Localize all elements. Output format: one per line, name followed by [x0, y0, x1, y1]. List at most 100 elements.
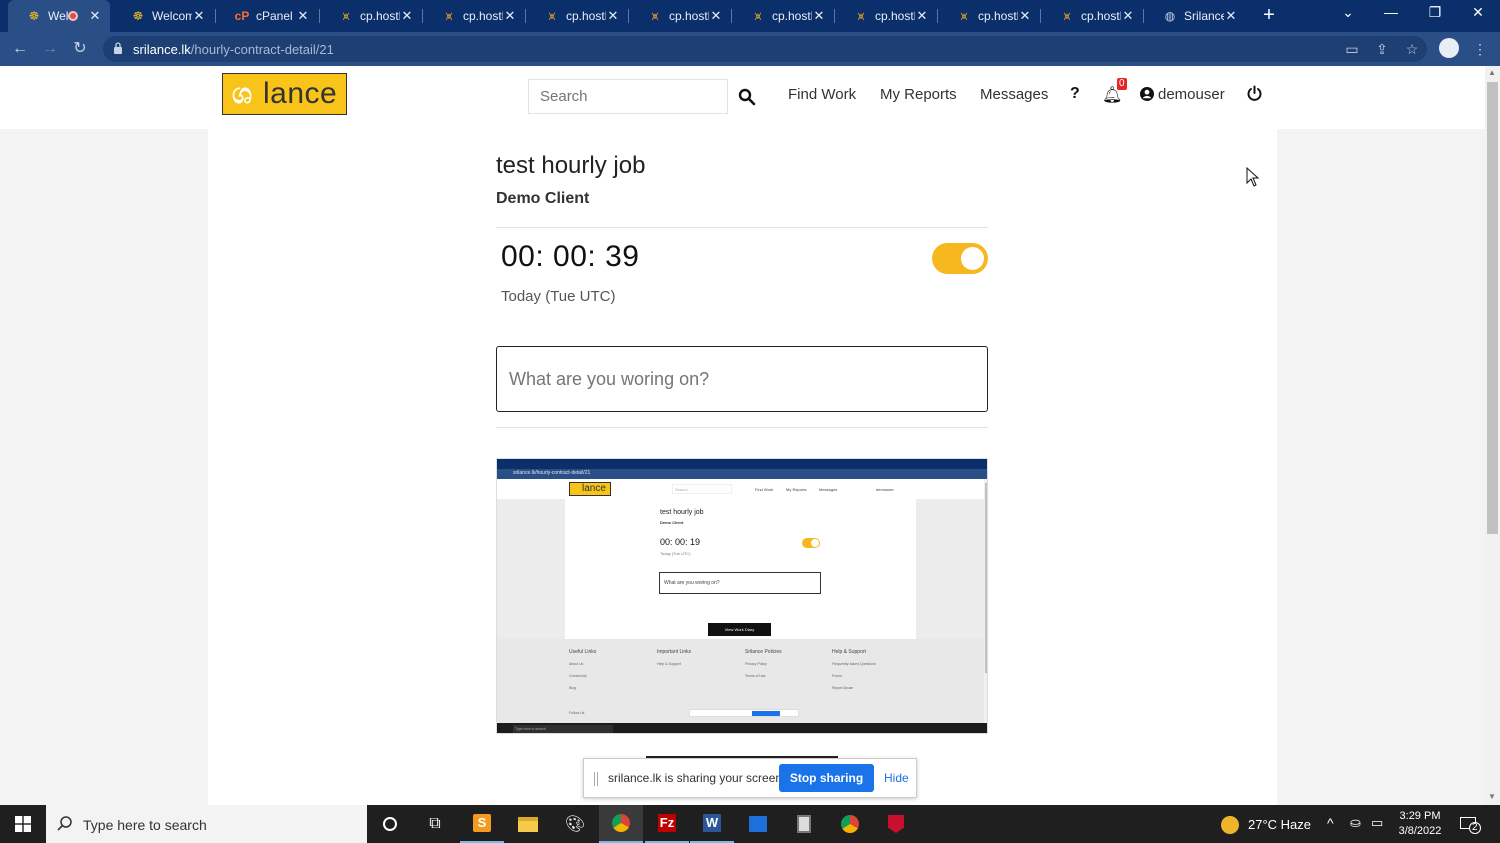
photos-icon[interactable]	[736, 805, 780, 843]
search-icon[interactable]	[738, 88, 756, 106]
cortana-icon[interactable]	[368, 805, 412, 843]
power-icon[interactable]	[1246, 85, 1263, 102]
browser-tab[interactable]: ⩙ cp.hosth ✕	[1041, 0, 1143, 32]
hosting-icon: ⩙	[445, 8, 453, 23]
preview-today: Today (Tue UTC)	[660, 551, 691, 556]
calculator-icon[interactable]	[782, 805, 826, 843]
close-tab-icon[interactable]: ✕	[1224, 8, 1238, 24]
browser-tab[interactable]: ⩙ cp.hosth ✕	[938, 0, 1040, 32]
close-tab-icon[interactable]: ✕	[606, 8, 620, 24]
page-scrollbar[interactable]: ▲ ▼	[1485, 66, 1500, 805]
stop-sharing-button[interactable]: Stop sharing	[779, 764, 874, 792]
taskbar-search-box[interactable]: Type here to search	[46, 805, 367, 843]
show-hidden-icons[interactable]: ^	[1327, 815, 1334, 831]
close-tab-icon[interactable]: ✕	[88, 8, 102, 24]
network-icon[interactable]: ▭	[1371, 815, 1383, 831]
user-circle-icon[interactable]	[1140, 87, 1154, 101]
tracking-toggle[interactable]	[932, 243, 988, 274]
browser-tab[interactable]: cP cPanel - ✕	[216, 0, 318, 32]
browser-tab[interactable]: ⩙ cp.hosth ✕	[423, 0, 525, 32]
work-description-input[interactable]	[496, 346, 988, 412]
tab-title: cp.hosth	[1081, 9, 1121, 23]
close-tab-icon[interactable]: ✕	[400, 8, 414, 24]
user-menu[interactable]: demouser	[1158, 86, 1225, 103]
forward-icon[interactable]: →	[40, 39, 60, 59]
preview-job-title: test hourly job	[660, 509, 704, 516]
share-icon[interactable]: ⇪	[1372, 39, 1392, 59]
close-tab-icon[interactable]: ✕	[296, 8, 310, 24]
reload-icon[interactable]: ↻	[70, 39, 90, 59]
cast-icon[interactable]: ▭	[1342, 39, 1362, 59]
contract-detail-panel: test hourly job Demo Client 00: 00: 39 T…	[208, 129, 1277, 805]
minimize-icon[interactable]: —	[1381, 4, 1401, 20]
close-window-icon[interactable]: ✕	[1468, 4, 1488, 21]
tab-title: cp.hosth	[875, 9, 915, 23]
drag-handle-icon[interactable]	[594, 772, 598, 786]
browser-tab[interactable]: ⩙ cp.hosth ✕	[629, 0, 731, 32]
srilance-icon: ☸	[132, 9, 144, 23]
browser-tab[interactable]: ⩙ cp.hosth ✕	[835, 0, 937, 32]
chrome-profile-icon[interactable]	[828, 805, 872, 843]
nav-find-work[interactable]: Find Work	[788, 86, 856, 103]
mcafee-icon[interactable]	[874, 805, 918, 843]
tab-search-icon[interactable]: ⌄	[1338, 4, 1358, 21]
close-tab-icon[interactable]: ✕	[1121, 8, 1135, 24]
close-tab-icon[interactable]: ✕	[812, 8, 826, 24]
preview-footer-link: Forum	[832, 674, 843, 678]
windows-logo-icon	[15, 816, 31, 832]
browser-tab[interactable]: ☸ Welcome ✕	[112, 0, 214, 32]
work-screenshot-preview[interactable]: srilance.lk/hourly-contract-detail/21 la…	[496, 458, 988, 734]
taskbar-search-placeholder: Type here to search	[83, 817, 207, 833]
scroll-down-icon[interactable]: ▼	[1488, 792, 1496, 801]
help-icon[interactable]: ?	[1070, 85, 1080, 103]
device-icon[interactable]: ⛀	[1350, 815, 1361, 831]
close-tab-icon[interactable]: ✕	[1018, 8, 1032, 24]
restore-icon[interactable]: ❐	[1425, 4, 1445, 21]
browser-tab[interactable]: ☸ Welc ✕	[8, 0, 110, 32]
scroll-thumb[interactable]	[1487, 82, 1498, 534]
back-icon[interactable]: ←	[10, 39, 30, 59]
preview-footer-heading: Useful Links	[569, 649, 597, 655]
task-view-icon[interactable]: ⧉	[413, 805, 457, 843]
start-button[interactable]	[0, 805, 46, 843]
search-input[interactable]	[528, 79, 728, 114]
hide-share-bar-button[interactable]: Hide	[884, 771, 909, 785]
address-bar[interactable]: srilance.lk/hourly-contract-detail/21	[103, 36, 1427, 62]
scroll-up-icon[interactable]: ▲	[1488, 68, 1496, 77]
mouse-cursor-icon	[1246, 167, 1260, 187]
logo-mark-icon: ශ	[231, 77, 253, 109]
sublime-text-icon[interactable]: S	[460, 805, 504, 843]
browser-tab[interactable]: ◍ Srilance ✕	[1144, 0, 1246, 32]
client-name[interactable]: Demo Client	[496, 190, 589, 208]
preview-footer-link: About Us	[569, 662, 584, 666]
paint-icon[interactable]: 🎨︎	[553, 805, 597, 843]
system-clock[interactable]: 3:29 PM 3/8/2022	[1390, 809, 1450, 839]
close-tab-icon[interactable]: ✕	[915, 8, 929, 24]
windows-taskbar: Type here to search ⧉ S 🎨︎ Fz W 27°C Haz…	[0, 805, 1500, 843]
weather-text[interactable]: 27°C Haze	[1248, 817, 1311, 832]
filezilla-icon[interactable]: Fz	[645, 805, 689, 843]
chrome-icon[interactable]	[599, 805, 643, 843]
browser-tab[interactable]: ⩙ cp.hosth ✕	[320, 0, 422, 32]
preview-timer: 00: 00: 19	[660, 537, 701, 547]
nav-messages[interactable]: Messages	[980, 86, 1048, 103]
browser-tab[interactable]: ⩙ cp.hosth ✕	[526, 0, 628, 32]
nav-my-reports[interactable]: My Reports	[880, 86, 957, 103]
preview-follow-us: Follow Us	[569, 711, 585, 715]
action-center-icon[interactable]: 2	[1460, 815, 1481, 834]
screen-share-bar: srilance.lk is sharing your screen. Stop…	[583, 758, 917, 798]
menu-dots-icon[interactable]: ⋮	[1470, 39, 1490, 59]
profile-avatar-icon[interactable]	[1439, 38, 1459, 58]
hosting-icon: ⩙	[548, 8, 556, 23]
preview-footer-link: Blog	[569, 686, 577, 690]
new-tab-icon[interactable]: +	[1259, 5, 1279, 25]
close-tab-icon[interactable]: ✕	[709, 8, 723, 24]
bookmark-star-icon[interactable]: ☆	[1402, 39, 1422, 59]
file-explorer-icon[interactable]	[506, 805, 550, 843]
word-icon[interactable]: W	[690, 805, 734, 843]
site-logo[interactable]: ශ lance	[222, 73, 347, 115]
work-timer: 00: 00: 39	[501, 240, 640, 273]
close-tab-icon[interactable]: ✕	[503, 8, 517, 24]
close-tab-icon[interactable]: ✕	[192, 8, 206, 24]
browser-tab[interactable]: ⩙ cp.hosth ✕	[732, 0, 834, 32]
